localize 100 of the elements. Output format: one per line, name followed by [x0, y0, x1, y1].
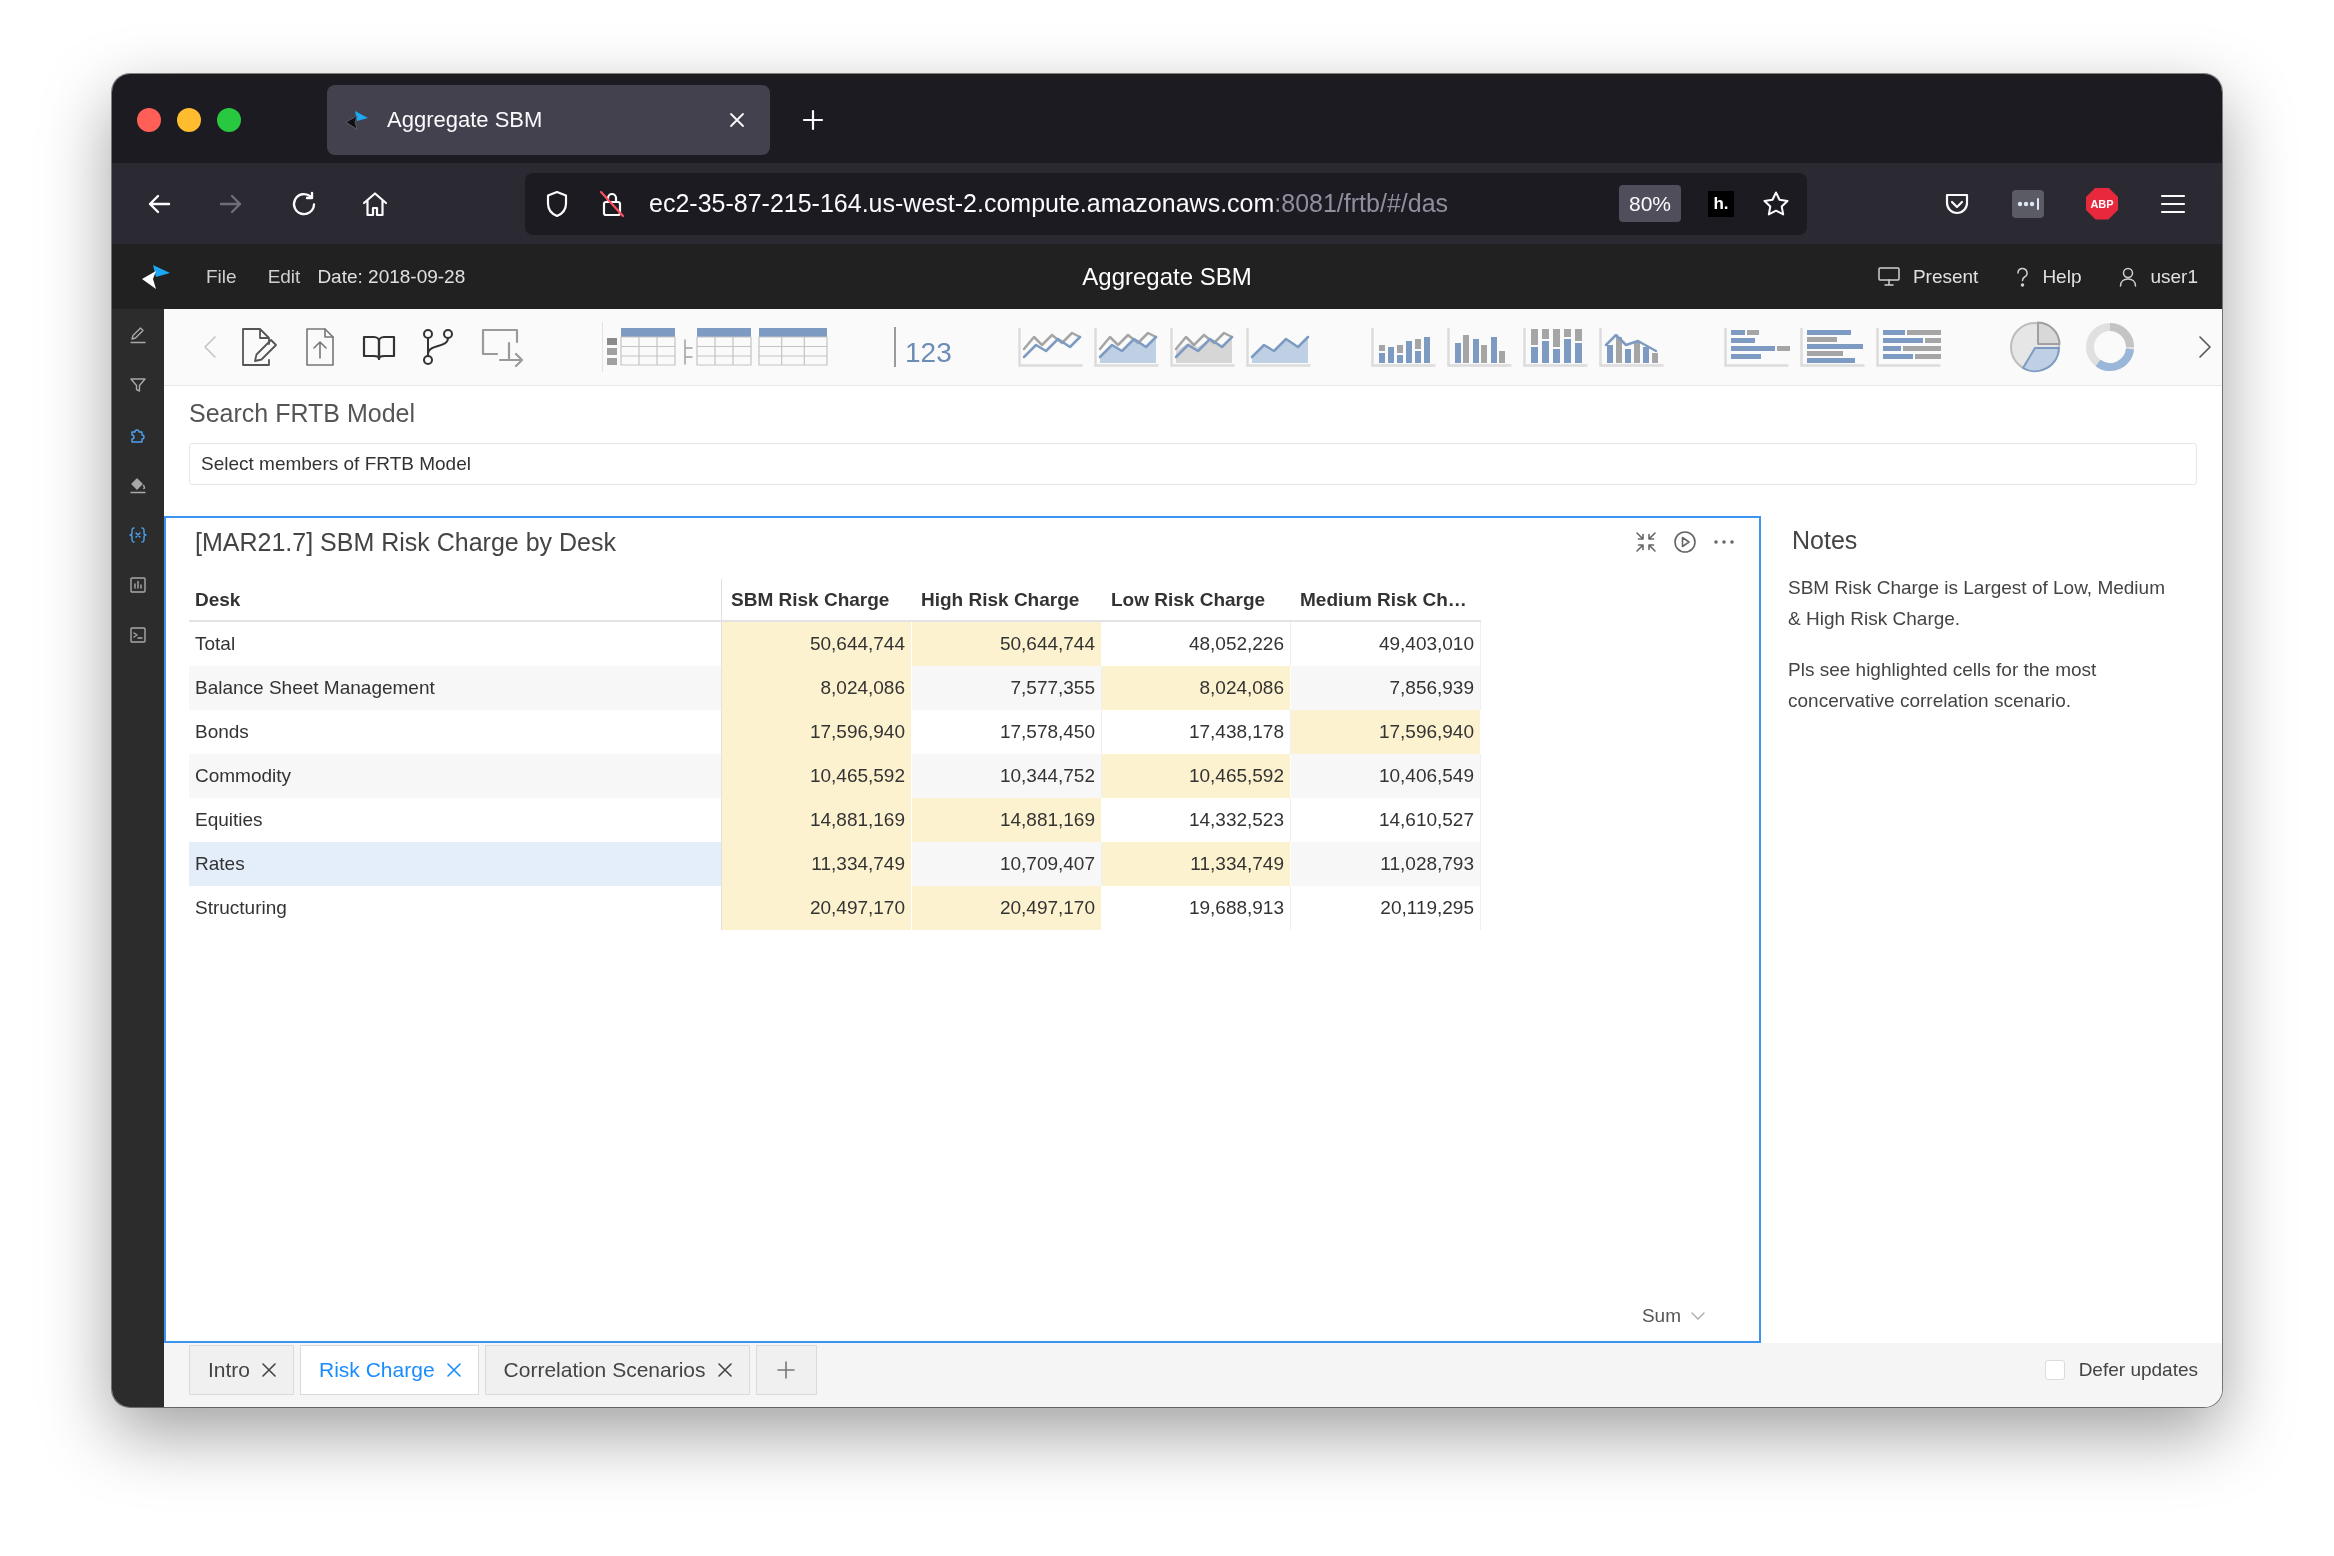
line-chart-icon[interactable] — [1169, 327, 1236, 367]
chevron-right-icon[interactable] — [2197, 335, 2212, 359]
table-cell: 7,856,939 — [1291, 666, 1481, 710]
arrow-logo-icon — [345, 110, 369, 130]
lock-slash-icon[interactable] — [599, 189, 625, 218]
star-icon[interactable] — [1762, 189, 1790, 218]
table-cell: 17,596,940 — [722, 710, 912, 754]
branch-icon[interactable] — [422, 328, 454, 366]
paint-bucket-icon[interactable] — [129, 476, 147, 494]
arrow-logo-icon — [141, 263, 171, 290]
close-window-icon[interactable] — [137, 108, 161, 132]
question-icon — [2016, 266, 2030, 287]
collapse-icon[interactable] — [1635, 531, 1657, 553]
close-icon[interactable] — [262, 1363, 277, 1377]
table-cell: 10,406,549 — [1291, 754, 1481, 798]
table-cell: 14,881,169 — [722, 798, 912, 842]
header-action-button[interactable]: Help — [2016, 265, 2082, 288]
bar-chart-icon[interactable] — [1370, 327, 1437, 367]
table-cell: 11,334,749 — [1102, 842, 1291, 886]
pocket-icon[interactable] — [1944, 191, 1970, 216]
pie-chart-icon[interactable] — [2008, 321, 2061, 373]
back-icon[interactable] — [147, 192, 171, 215]
dots-extension-icon[interactable] — [2012, 189, 2044, 218]
forward-icon — [219, 192, 243, 215]
address-bar[interactable]: ec2-35-87-215-164.us-west-2.compute.amazonaws.com:8081/frtb/#/das 80% h. — [525, 172, 1807, 235]
braces-icon[interactable] — [129, 526, 147, 544]
home-icon[interactable] — [362, 190, 388, 217]
table-cell: 7,577,355 — [912, 666, 1102, 710]
table-cell: 20,497,170 — [912, 886, 1102, 930]
row-header-cell[interactable]: Rates — [189, 842, 722, 886]
url-path: :8081/frtb/#/das — [1274, 189, 1449, 218]
table-cell: 8,024,086 — [722, 666, 912, 710]
table-cell: 10,344,752 — [912, 754, 1102, 798]
table-cell: 50,644,744 — [912, 622, 1102, 666]
bar-chart-icon[interactable] — [1446, 327, 1513, 367]
line-chart-icon[interactable] — [1245, 327, 1312, 367]
sheet-tab[interactable]: Correlation Scenarios — [484, 1345, 750, 1395]
date-label: Date: 2018-09-28 — [317, 265, 466, 288]
horizontal-bar-chart-icon[interactable] — [1875, 327, 1942, 367]
minimize-window-icon[interactable] — [177, 108, 201, 132]
table-cell: 11,334,749 — [722, 842, 912, 886]
search-field[interactable]: Select members of FRTB Model — [189, 443, 2197, 485]
table-icon[interactable] — [606, 327, 676, 367]
monitor-icon — [1877, 267, 1900, 286]
table-cell: 10,709,407 — [912, 842, 1102, 886]
table-cell: 19,688,913 — [1102, 886, 1291, 930]
plus-icon — [777, 1361, 795, 1379]
column-header[interactable]: Low Risk Charge — [1102, 579, 1291, 622]
table-cell: 10,465,592 — [722, 754, 912, 798]
reload-icon[interactable] — [291, 190, 317, 217]
book-icon[interactable] — [362, 333, 396, 361]
pencil-icon[interactable] — [129, 326, 147, 344]
horizontal-bar-chart-icon[interactable] — [1723, 327, 1790, 367]
bar-chart-icon[interactable] — [1598, 327, 1665, 367]
app-title: Aggregate SBM — [1082, 262, 1252, 291]
browser-tab[interactable]: Aggregate SBM — [327, 85, 770, 155]
upload-document-icon[interactable] — [304, 327, 336, 367]
note-paragraph: Pls see highlighted cells for the most concervative correlation scenario. — [1788, 658, 2098, 713]
header-action-button[interactable]: user1 — [2119, 265, 2198, 288]
checkbox[interactable] — [2044, 1360, 2065, 1380]
table-cell: 50,644,744 — [722, 622, 912, 666]
filter-icon[interactable] — [129, 376, 147, 394]
new-tab-icon[interactable] — [802, 109, 824, 131]
menu-icon[interactable] — [2160, 193, 2186, 214]
extension-button[interactable]: h. — [1708, 190, 1734, 217]
chart-square-icon[interactable] — [129, 576, 147, 594]
puzzle-icon[interactable] — [129, 426, 147, 444]
sheet-tab[interactable]: Intro — [189, 1345, 295, 1395]
more-icon[interactable] — [1713, 539, 1735, 545]
caret-icon — [1691, 1312, 1705, 1320]
table-icon[interactable] — [758, 327, 828, 367]
note-paragraph: SBM Risk Charge is Largest of Low, Medium & High Risk Charge. — [1788, 576, 2166, 631]
table-icon[interactable] — [682, 327, 752, 367]
tray-arrow-icon[interactable] — [480, 327, 526, 367]
shield-icon[interactable] — [545, 189, 569, 218]
play-icon[interactable] — [1674, 531, 1696, 553]
table-cell: 17,596,940 — [1291, 710, 1481, 754]
zoom-level-button[interactable]: 80% — [1618, 185, 1681, 222]
header-action-button[interactable]: Present — [1877, 265, 1979, 288]
column-header[interactable]: Medium Risk Ch… — [1291, 579, 1481, 622]
table-cell: 11,028,793 — [1291, 842, 1481, 886]
horizontal-bar-chart-icon[interactable] — [1799, 327, 1866, 367]
row-header-cell[interactable]: Commodity — [189, 754, 722, 798]
table-cell: 14,881,169 — [912, 798, 1102, 842]
menu-item[interactable]: File — [206, 265, 237, 288]
line-chart-icon[interactable] — [1017, 327, 1084, 367]
line-chart-icon[interactable] — [1093, 327, 1160, 367]
column-header[interactable]: Desk — [189, 579, 722, 622]
edit-document-icon[interactable] — [240, 327, 278, 367]
maximize-window-icon[interactable] — [217, 108, 241, 132]
aggregation-dropdown[interactable]: Sum — [1641, 1305, 1705, 1327]
extension-button[interactable]: ABP — [2086, 187, 2118, 220]
row-header-cell[interactable]: Balance Sheet Management — [189, 666, 722, 710]
bar-chart-icon[interactable] — [1522, 327, 1589, 367]
menu-item[interactable]: Edit — [267, 265, 301, 288]
checkbox-label[interactable]: Defer updates — [2078, 1359, 2198, 1381]
close-icon[interactable] — [717, 1363, 732, 1377]
section-title: Search FRTB Model — [189, 398, 416, 428]
terminal-icon[interactable] — [129, 626, 147, 644]
notes-title: Notes — [1791, 525, 1859, 555]
